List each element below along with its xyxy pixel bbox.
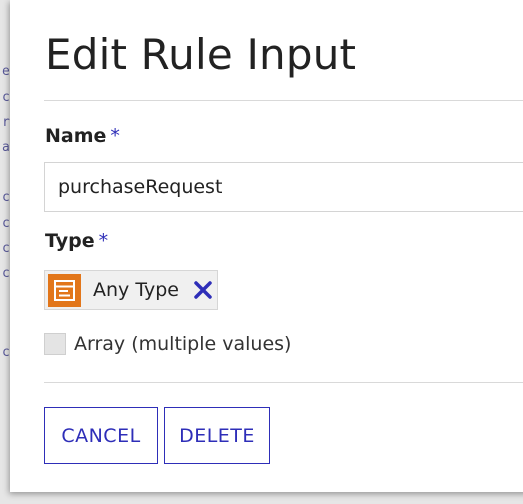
- close-icon[interactable]: [193, 280, 213, 300]
- selected-type-chip[interactable]: Any Type: [44, 270, 218, 310]
- name-input[interactable]: [44, 162, 523, 212]
- required-marker: *: [110, 125, 120, 147]
- background-text: c: [2, 345, 10, 360]
- footer-divider: [44, 382, 523, 383]
- background-text: c: [2, 241, 10, 256]
- edit-rule-input-dialog: Edit Rule Input Name* Type* Any Type Arr…: [10, 0, 523, 492]
- required-marker: *: [98, 230, 109, 252]
- background-text: a: [2, 140, 10, 155]
- array-checkbox-row: Array (multiple values): [44, 333, 291, 355]
- delete-button[interactable]: DELETE: [164, 407, 270, 464]
- type-label-text: Type: [45, 230, 95, 252]
- cancel-button[interactable]: CANCEL: [44, 407, 158, 464]
- background-text: c: [2, 190, 10, 205]
- name-field-label: Name *: [45, 125, 120, 147]
- background-text: c: [2, 216, 10, 231]
- data-type-icon: [48, 273, 81, 307]
- background-text: c: [2, 90, 10, 105]
- background-text: c: [2, 266, 10, 281]
- background-text: e: [2, 64, 10, 79]
- selected-type-label: Any Type: [93, 279, 179, 301]
- array-checkbox[interactable]: [44, 333, 66, 355]
- array-checkbox-label[interactable]: Array (multiple values): [74, 333, 291, 355]
- name-label-text: Name: [45, 125, 107, 147]
- type-field-label: Type *: [45, 230, 108, 252]
- title-divider: [44, 100, 523, 101]
- background-text: r: [2, 115, 10, 130]
- dialog-title: Edit Rule Input: [45, 30, 357, 79]
